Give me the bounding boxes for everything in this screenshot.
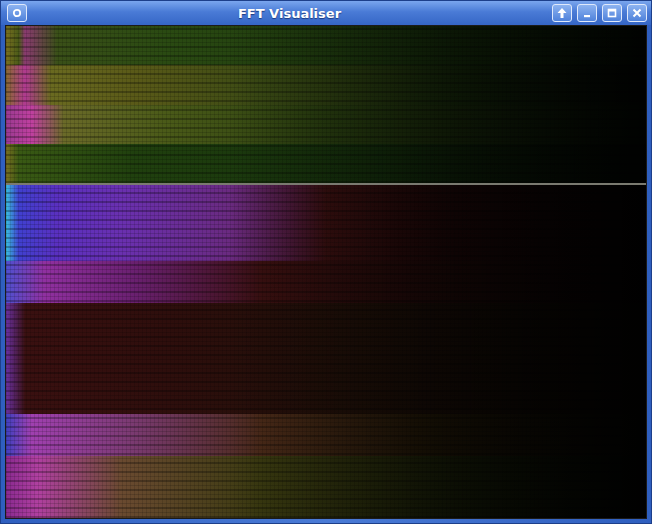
upper-spectrogram <box>6 26 646 183</box>
close-icon <box>631 7 643 19</box>
window-title: FFT Visualiser <box>31 6 548 21</box>
up-arrow-icon <box>556 7 568 19</box>
menu-circle-icon <box>11 7 23 19</box>
window-menu-button[interactable] <box>7 4 27 22</box>
lower-spectrogram <box>6 185 646 518</box>
minimize-icon <box>581 7 593 19</box>
visualiser-area <box>5 25 647 519</box>
title-bar[interactable]: FFT Visualiser <box>1 1 651 25</box>
close-button[interactable] <box>627 4 647 22</box>
maximize-icon <box>606 7 618 19</box>
app-window: FFT Visualiser <box>0 0 652 524</box>
minimize-button[interactable] <box>577 4 597 22</box>
shade-button[interactable] <box>552 4 572 22</box>
maximize-button[interactable] <box>602 4 622 22</box>
